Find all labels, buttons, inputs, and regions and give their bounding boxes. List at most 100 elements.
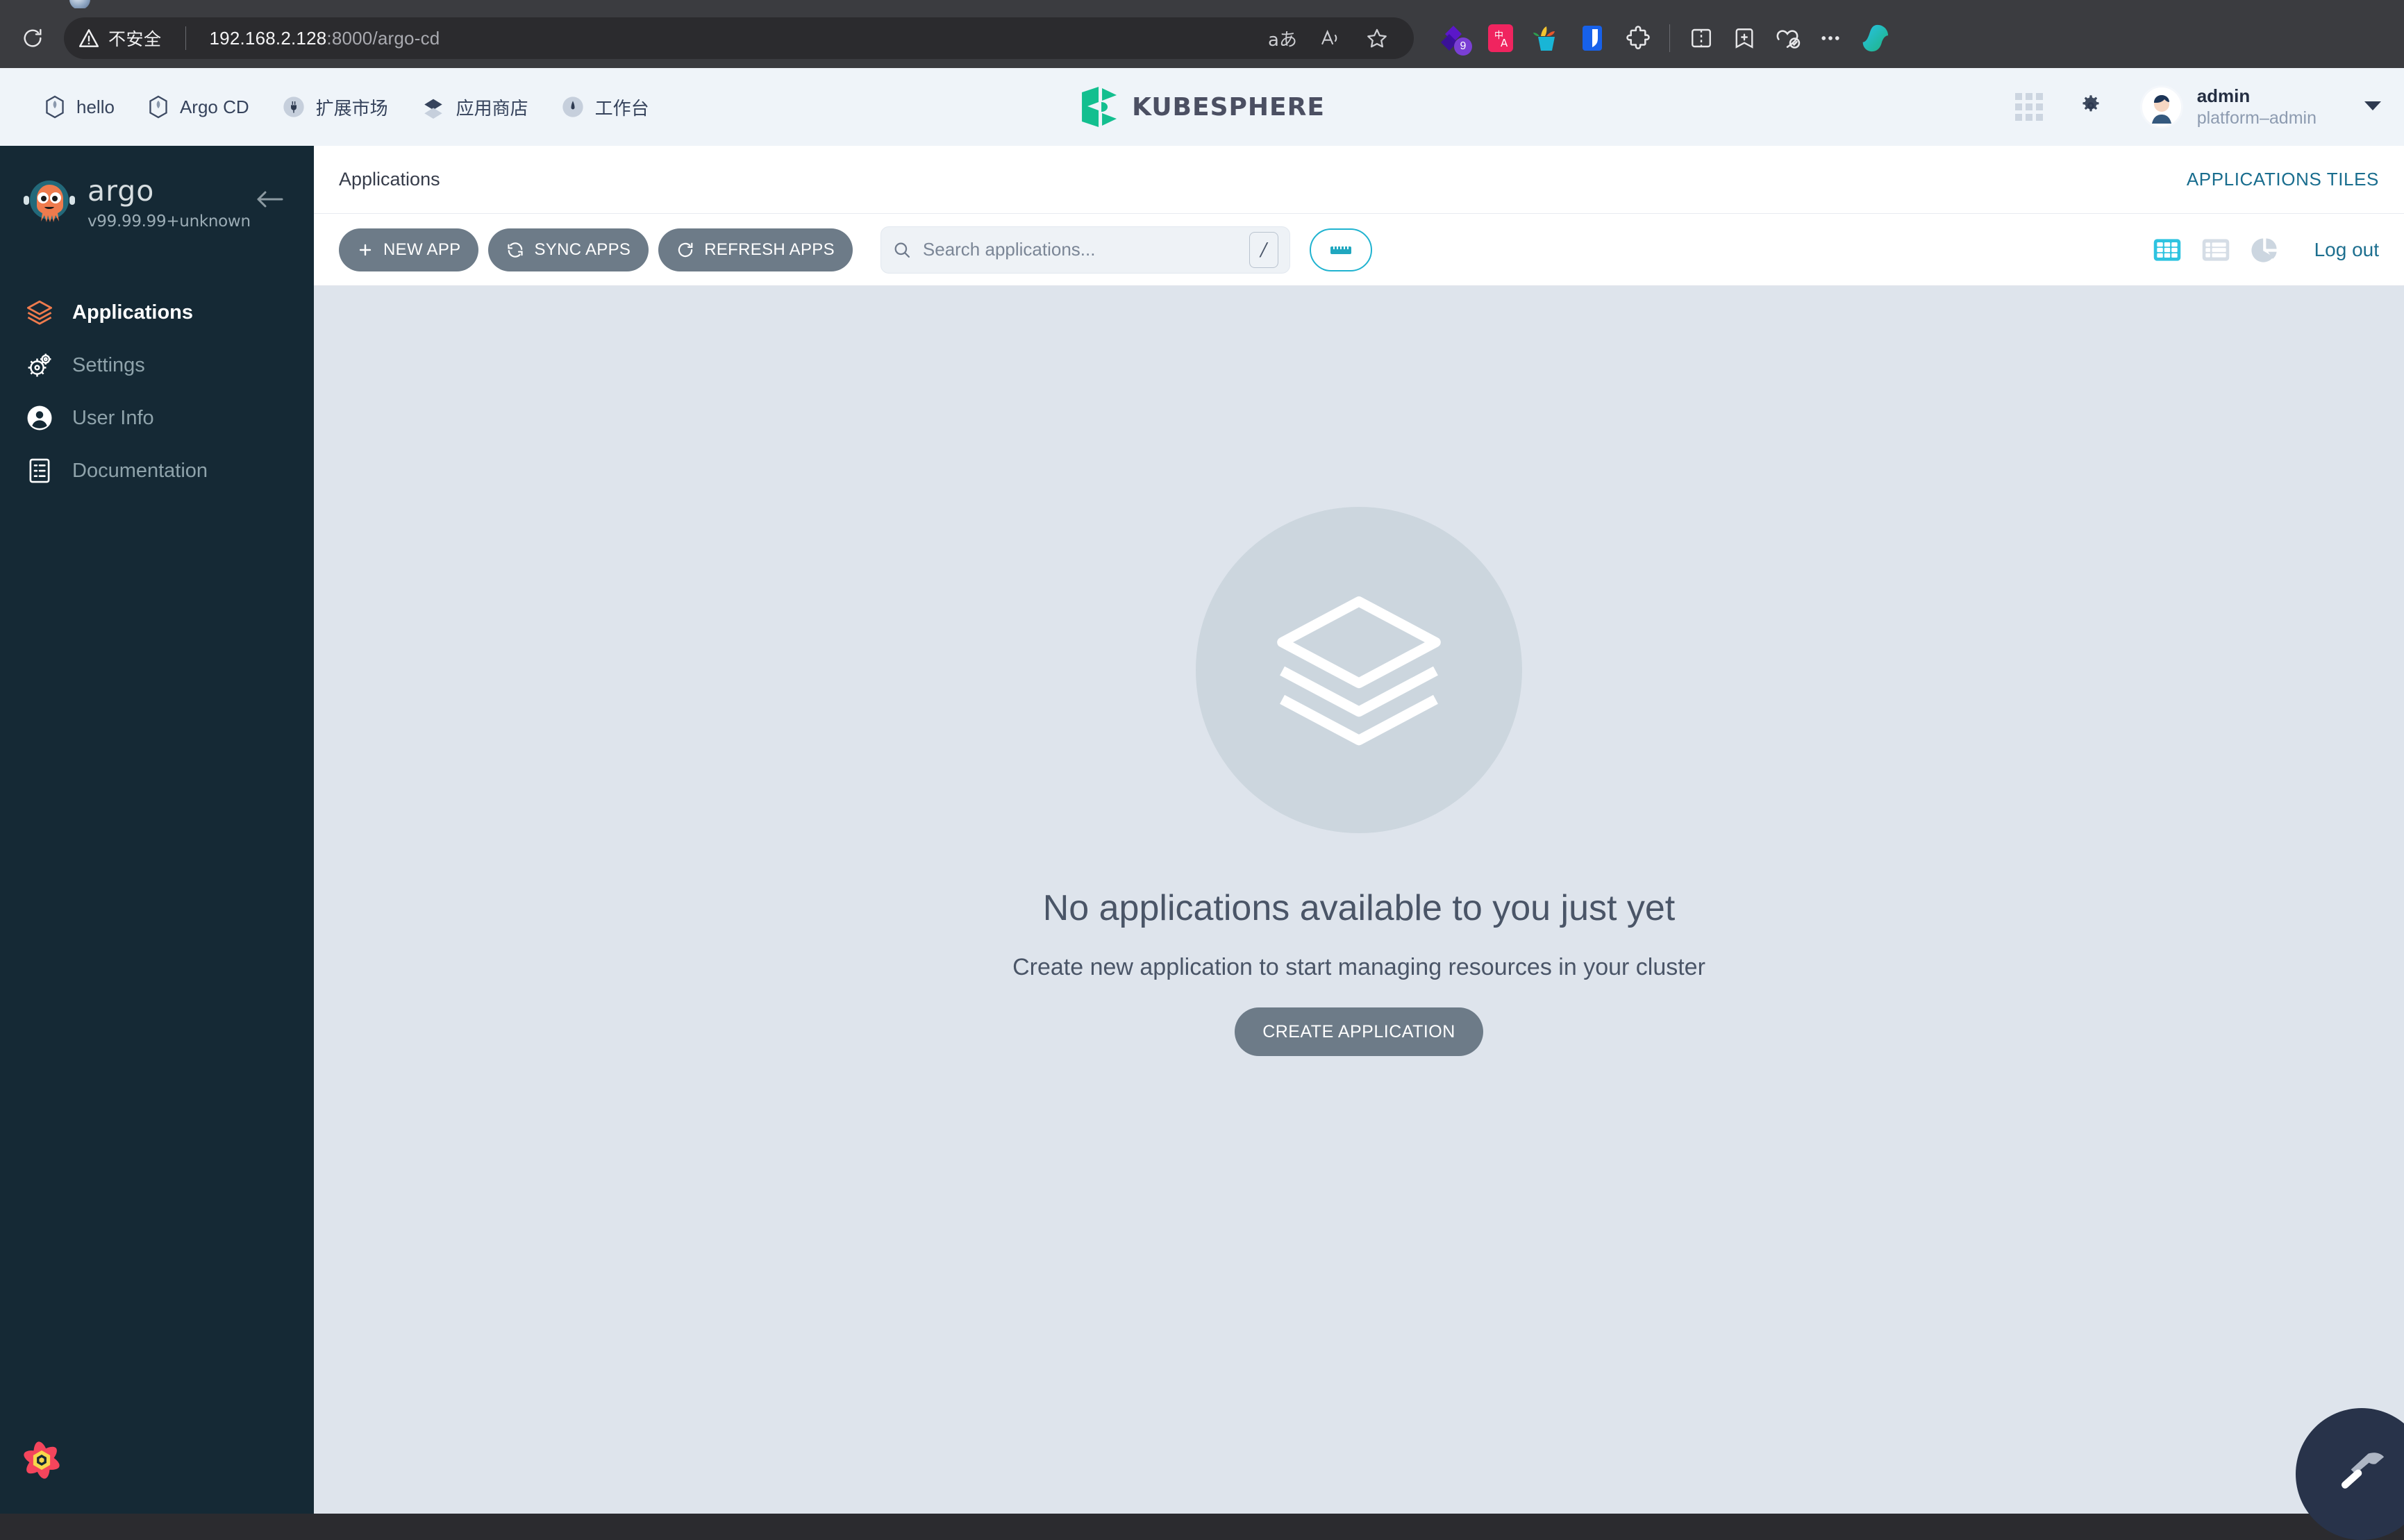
ks-nav-item-workbench[interactable]: 工作台 (545, 68, 666, 146)
user-menu[interactable]: admin platform–admin (2139, 85, 2383, 129)
sidebar-item-applications[interactable]: Applications (0, 286, 314, 339)
app-grid-icon[interactable] (2014, 93, 2043, 121)
gear-icon[interactable] (2079, 94, 2103, 121)
search-placeholder: Search applications... (922, 239, 1096, 260)
ks-nav-item-extension-market[interactable]: 扩展市场 (266, 68, 405, 146)
user-circle-icon (27, 405, 52, 430)
search-icon (894, 242, 910, 258)
page-title: Applications (339, 169, 440, 190)
compass-circle-icon (562, 97, 583, 117)
layers-stack-icon (1277, 596, 1441, 746)
ks-nav-item-argo-cd[interactable]: Argo CD (131, 68, 266, 146)
layers-stack-icon (26, 300, 53, 325)
translate-extension-icon[interactable]: 中 A (1479, 17, 1522, 60)
kubesphere-logo[interactable]: KUBESPHERE (1079, 85, 1325, 128)
document-list-icon (29, 458, 50, 483)
ks-nav-label: hello (76, 96, 115, 117)
sidebar-item-label: User Info (72, 406, 154, 429)
security-status-label: 不安全 (108, 29, 162, 49)
split-screen-icon[interactable] (1680, 17, 1723, 60)
applications-tiles-label[interactable]: APPLICATIONS TILES (2187, 169, 2379, 190)
chevron-down-icon[interactable] (2362, 99, 2383, 116)
filter-button[interactable] (1309, 228, 1372, 271)
empty-state-subtitle: Create new application to start managing… (1012, 954, 1705, 980)
new-app-label: NEW APP (383, 240, 461, 259)
svg-text:argo: argo (87, 176, 154, 208)
favorite-star-icon[interactable] (1355, 17, 1399, 60)
hammer-icon (2341, 1453, 2385, 1489)
sync-arrows-icon (508, 242, 524, 258)
plus-icon (359, 244, 372, 256)
argo-titlebar: Applications APPLICATIONS TILES (314, 146, 2404, 214)
kubesphere-logo-icon (1082, 87, 1117, 127)
empty-state-icon-circle (1196, 507, 1522, 833)
refresh-icon (678, 242, 693, 257)
argo-cd-app: argo v99.99.99+unknown Applications Sett… (0, 146, 2404, 1540)
logout-link[interactable]: Log out (2314, 239, 2379, 261)
ks-nav-item-hello[interactable]: hello (28, 68, 131, 146)
kubesphere-logo-text: KUBESPHERE (1132, 92, 1325, 122)
shopping-extension-icon[interactable] (1525, 17, 1568, 60)
argo-main: Applications APPLICATIONS TILES NEW APP … (314, 146, 2404, 1540)
extensions-area: 9 中 A (1433, 17, 1660, 60)
collections-icon[interactable] (1723, 17, 1766, 60)
react-flower-icon[interactable] (7, 1425, 76, 1498)
browser-tab-strip[interactable] (0, 0, 2404, 10)
kubesphere-header-actions: admin platform–admin (2014, 85, 2404, 129)
settings-more-icon[interactable] (1809, 17, 1852, 60)
sync-apps-button[interactable]: SYNC APPS (488, 228, 649, 271)
search-input[interactable]: Search applications... / (880, 226, 1290, 274)
sidebar-item-documentation[interactable]: Documentation (0, 444, 314, 497)
reading-aloud-icon[interactable] (1308, 17, 1351, 60)
argo-toolbar: NEW APP SYNC APPS REFRESH APPS Search ap… (314, 214, 2404, 286)
sidebar-item-user-info[interactable]: User Info (0, 392, 314, 444)
argo-wordmark: argo (87, 176, 154, 208)
ks-nav-label: 扩展市场 (315, 97, 388, 119)
read-aloud-icon[interactable]: aあ (1261, 17, 1304, 60)
browser-toolbar: 不安全 192.168.2.128:8000/argo-cd aあ 9 中 A (0, 8, 2404, 68)
reload-icon[interactable] (11, 17, 54, 60)
summary-pie-view-icon[interactable] (2248, 233, 2281, 267)
arrow-left-icon[interactable] (254, 189, 285, 213)
sidebar-item-label: Applications (72, 301, 194, 324)
toolbar-divider (1669, 24, 1670, 52)
insecure-warning-icon (79, 29, 99, 47)
sidebar-item-settings[interactable]: Settings (0, 339, 314, 392)
extensions-puzzle-icon[interactable] (1617, 17, 1660, 60)
copilot-icon[interactable] (1852, 17, 1895, 60)
argo-octopus-icon (24, 181, 75, 222)
new-app-button[interactable]: NEW APP (339, 228, 479, 271)
ks-nav-label: Argo CD (179, 96, 249, 117)
sidebar-item-label: Documentation (72, 459, 208, 482)
ks-nav-label: 应用商店 (456, 97, 528, 119)
create-application-button[interactable]: CREATE APPLICATION (1235, 1007, 1483, 1056)
svg-text:A: A (1501, 37, 1508, 49)
tiles-view-icon[interactable] (2151, 233, 2184, 267)
argo-version: v99.99.99+unknown (87, 212, 251, 231)
kubesphere-nav: hello Argo CD 扩展市场 应用商店 工作台 (28, 68, 666, 146)
list-view-icon[interactable] (2199, 233, 2232, 267)
ks-nav-item-app-store[interactable]: 应用商店 (405, 68, 545, 146)
refresh-apps-label: REFRESH APPS (704, 240, 835, 259)
address-bar[interactable]: 不安全 192.168.2.128:8000/argo-cd aあ (64, 17, 1414, 59)
hexagon-outline-icon (46, 95, 64, 119)
browser-essentials-icon[interactable] (1766, 17, 1809, 60)
avatar (2139, 85, 2183, 128)
ks-nav-label: 工作台 (594, 97, 649, 119)
refresh-apps-button[interactable]: REFRESH APPS (658, 228, 853, 271)
omnibox-divider (185, 26, 186, 50)
sync-apps-label: SYNC APPS (534, 240, 631, 259)
bitwarden-extension-icon[interactable] (1571, 17, 1614, 60)
purple-diamond-extension-icon[interactable]: 9 (1433, 17, 1476, 60)
plug-circle-icon (283, 97, 304, 117)
argo-sidebar-menu: Applications Settings User Info Document… (0, 286, 314, 497)
kubesphere-header: hello Argo CD 扩展市场 应用商店 工作台 KUBESPHERE a… (0, 68, 2404, 146)
user-role: platform–admin (2196, 108, 2317, 128)
empty-state-title: No applications available to you just ye… (1042, 888, 1676, 928)
argo-sidebar: argo v99.99.99+unknown Applications Sett… (0, 146, 314, 1514)
layers-diamond-icon (424, 99, 442, 119)
view-mode-switcher: Log out (2151, 233, 2379, 267)
extension-badge-count: 9 (1454, 37, 1472, 56)
empty-state: No applications available to you just ye… (314, 286, 2404, 1514)
url-text[interactable]: 192.168.2.128:8000/argo-cd (210, 28, 440, 49)
